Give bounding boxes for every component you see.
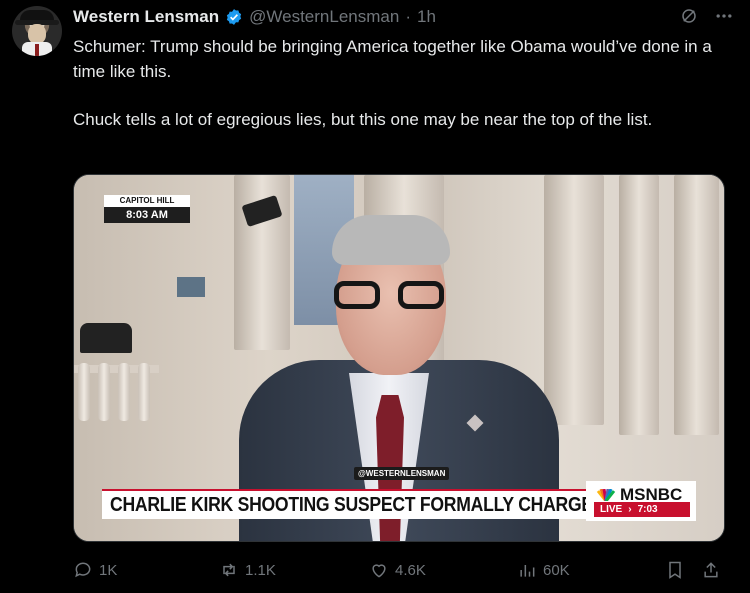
author-handle[interactable]: @WesternLensman xyxy=(249,7,399,27)
timestamp[interactable]: 1h xyxy=(417,7,436,27)
tweet-top-actions xyxy=(680,6,734,26)
views-icon xyxy=(520,565,535,577)
news-chyron: CHARLIE KIRK SHOOTING SUSPECT FORMALLY C… xyxy=(102,489,606,519)
views-button[interactable]: 60K xyxy=(517,560,570,580)
share-icon xyxy=(704,562,718,578)
repost-count: 1.1K xyxy=(245,561,276,579)
peacock-icon xyxy=(596,489,616,501)
views-count: 60K xyxy=(543,561,570,579)
grok-icon[interactable] xyxy=(680,7,698,25)
location-time: 8:03 AM xyxy=(126,209,168,221)
more-icon[interactable] xyxy=(714,6,734,26)
watermark: @WESTERNLENSMAN xyxy=(354,467,450,480)
live-label: LIVE xyxy=(600,504,623,515)
chyron-text: CHARLIE KIRK SHOOTING SUSPECT FORMALLY C… xyxy=(110,493,606,516)
tweet-text: Schumer: Trump should be bringing Americ… xyxy=(73,34,723,155)
avatar[interactable] xyxy=(12,6,62,56)
share-button[interactable] xyxy=(701,560,721,580)
tweet-header: Western Lensman @WesternLensman · 1h xyxy=(73,6,436,28)
reply-button[interactable]: 1K xyxy=(73,560,117,580)
location-bug: CAPITOL HILL 8:03 AM xyxy=(104,195,190,223)
repost-icon xyxy=(223,563,235,577)
tweet-paragraph-1: Schumer: Trump should be bringing Americ… xyxy=(73,37,717,81)
live-time: 7:03 xyxy=(637,504,658,515)
tweet-actions: 1K 1.1K 4.6K 60K xyxy=(73,556,723,584)
like-button[interactable]: 4.6K xyxy=(369,560,426,580)
location-label: CAPITOL HILL xyxy=(104,195,190,207)
tweet-media-video[interactable]: CAPITOL HILL 8:03 AM @WESTERNLENSMAN CHA… xyxy=(73,174,725,542)
tweet-paragraph-2: Chuck tells a lot of egregious lies, but… xyxy=(73,110,653,129)
author-name[interactable]: Western Lensman xyxy=(73,7,219,27)
like-count: 4.6K xyxy=(395,561,426,579)
separator: · xyxy=(405,7,411,26)
reply-icon xyxy=(75,562,91,578)
repost-button[interactable]: 1.1K xyxy=(219,560,276,580)
bookmark-icon xyxy=(669,561,681,579)
bookmark-button[interactable] xyxy=(665,560,685,580)
live-arrow-icon: › xyxy=(628,504,632,515)
verified-badge-icon xyxy=(227,9,242,25)
reply-count: 1K xyxy=(99,561,118,579)
network-bug: MSNBC LIVE › 7:03 xyxy=(586,481,696,521)
like-icon xyxy=(372,564,386,578)
